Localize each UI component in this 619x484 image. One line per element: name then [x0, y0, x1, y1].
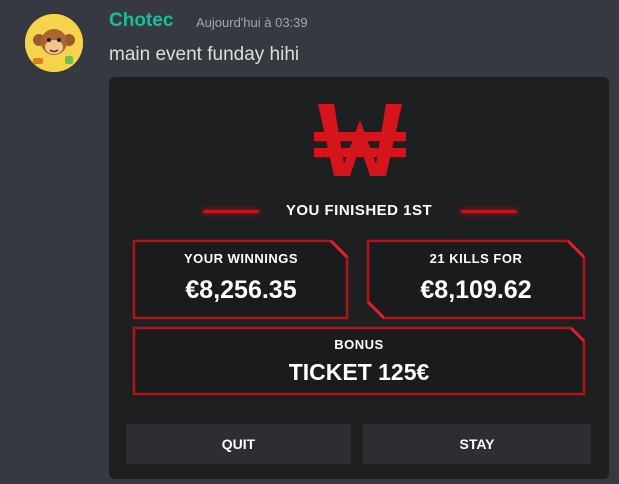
- monkey-avatar-icon: [25, 14, 83, 72]
- kills-label: 21 KILLS FOR: [429, 251, 523, 266]
- message-text: main event funday hihi: [109, 44, 300, 65]
- bonus-value: TICKET 125€: [288, 359, 430, 385]
- winnings-label: YOUR WINNINGS: [183, 251, 299, 266]
- winnings-panel: YOUR WINNINGS €8,256.35: [131, 238, 351, 321]
- stay-button[interactable]: STAY: [363, 424, 591, 464]
- kills-value: €8,109.62: [420, 276, 532, 304]
- won-sign-logo-icon: [314, 104, 406, 176]
- bonus-label: BONUS: [334, 337, 384, 352]
- embed-image[interactable]: YOU FINISHED 1ST YOUR WINNINGS €8,256.35…: [109, 77, 609, 479]
- quit-button[interactable]: QUIT: [126, 424, 351, 464]
- message-timestamp: Aujourd'hui à 03:39: [196, 15, 308, 30]
- winnings-value: €8,256.35: [185, 276, 297, 304]
- kills-panel: 21 KILLS FOR €8,109.62: [365, 238, 587, 321]
- headline-right-line: [461, 210, 517, 213]
- result-headline: YOU FINISHED 1ST: [285, 202, 433, 219]
- bonus-panel: BONUS TICKET 125€: [131, 325, 587, 397]
- user-avatar[interactable]: [25, 14, 83, 72]
- message-author[interactable]: Chotec: [109, 10, 173, 32]
